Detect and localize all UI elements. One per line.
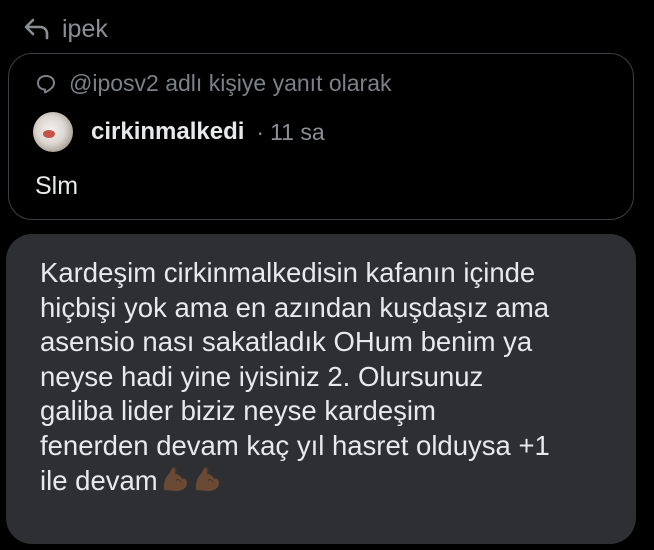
reply-context: @iposv2 adlı kişiye yanıt olarak bbox=[35, 70, 392, 97]
meta-separator: · bbox=[256, 118, 265, 145]
message-text: Kardeşim cirkinmalkedisin kafanın içinde… bbox=[40, 257, 550, 496]
quoted-author-row: cirkinmalkedi · 11 sa bbox=[33, 112, 325, 152]
flexed-biceps-icon bbox=[160, 464, 190, 503]
post-time: 11 sa bbox=[270, 118, 325, 145]
reply-context-text: @iposv2 adlı kişiye yanıt olarak bbox=[69, 70, 392, 96]
quoted-tweet-text: Slm bbox=[35, 172, 79, 200]
quoted-tweet-card[interactable]: @iposv2 adlı kişiye yanıt olarak cirkinm… bbox=[8, 53, 634, 220]
reply-header: ipek bbox=[24, 12, 108, 46]
reply-arrow-icon bbox=[24, 18, 50, 40]
avatar[interactable] bbox=[33, 112, 73, 152]
flexed-biceps-icon bbox=[192, 464, 222, 503]
author-meta: · 11 sa bbox=[256, 119, 324, 146]
speech-bubble-icon bbox=[35, 73, 57, 95]
reply-target-name: ipek bbox=[62, 14, 108, 43]
author-name[interactable]: cirkinmalkedi bbox=[91, 118, 244, 146]
message-bubble: Kardeşim cirkinmalkedisin kafanın içinde… bbox=[6, 234, 636, 544]
